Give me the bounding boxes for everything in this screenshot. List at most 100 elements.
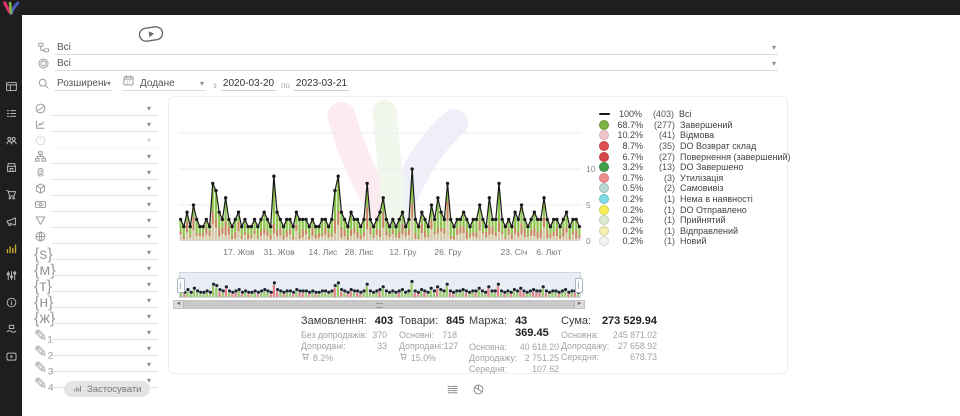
stat-sub-label: Середня: — [561, 352, 599, 363]
chevron-down-icon: ▾ — [147, 264, 153, 275]
sidebar-item-analytics[interactable] — [0, 238, 22, 263]
stat-sub-row: Допродані:127 — [399, 341, 457, 352]
sidebar-item-customers[interactable] — [0, 130, 22, 155]
stat-sub-label: Основна: — [469, 342, 507, 353]
legend-item[interactable]: 0.2%(1)Нема в наявності — [599, 194, 791, 205]
product-filter-dropdown[interactable]: Всі ▾ — [55, 56, 778, 71]
stat-sub-value: 8.2% — [313, 353, 333, 364]
stat-title: Товари: — [399, 315, 438, 327]
pie-view-button[interactable] — [472, 383, 485, 401]
legend-item[interactable]: 0.2%(1)Новий — [599, 236, 791, 247]
filter-row-brace-s[interactable]: {s}▾ — [34, 246, 158, 262]
sidebar-item-marketing[interactable] — [0, 211, 22, 236]
chevron-down-icon: ▾ — [107, 79, 113, 90]
legend-count: (277) — [648, 120, 675, 130]
legend-swatch — [599, 205, 609, 215]
filter-row-underline — [52, 323, 158, 324]
filter-row-sphere[interactable]: ▾ — [34, 102, 158, 118]
legend-item[interactable]: 0.2%(1)Прийнятий — [599, 215, 791, 226]
sidebar-item-products[interactable] — [0, 319, 22, 344]
scroll-left-arrow[interactable]: ◄ — [174, 301, 183, 308]
sidebar-item-dashboard[interactable] — [0, 76, 22, 101]
filter-row-banknote[interactable]: ▾ — [34, 198, 158, 214]
filter-row-brace-m[interactable]: {м}▾ — [34, 262, 158, 278]
stat-sub-row: Основна:245 871.02 — [561, 330, 657, 341]
apply-button[interactable]: Застосувати — [64, 381, 150, 397]
product-filter-value: Всі — [55, 58, 772, 70]
filter-row-brace-n[interactable]: {н}▾ — [34, 294, 158, 310]
legend-item[interactable]: 6.7%(27)Повернення (завершений) — [599, 151, 791, 162]
legend-label: Всі — [679, 109, 692, 119]
legend-count: (2) — [648, 183, 675, 193]
stat-sub-row: Основна:40 618.20 — [469, 342, 559, 353]
chevron-down-icon: ▾ — [147, 312, 153, 323]
legend-item[interactable]: 100%(403)Всі — [599, 109, 791, 120]
search-mode-dropdown[interactable]: Розширений ▾ — [55, 76, 113, 91]
chevron-down-icon: ▾ — [147, 120, 153, 131]
scroll-right-arrow[interactable]: ► — [575, 301, 584, 308]
legend-swatch — [599, 162, 609, 172]
date-to-input[interactable]: 2023-03-21 — [294, 78, 349, 91]
x-axis-label: 23. Січ — [501, 247, 528, 257]
chevron-down-icon: ▾ — [147, 136, 153, 147]
stat-value: 403 — [375, 315, 393, 327]
legend-item[interactable]: 0.7%(3)Утилізація — [599, 173, 791, 184]
horizontal-scrollbar[interactable]: ◄ ► — [173, 300, 585, 309]
filter-row-underline — [52, 259, 158, 260]
date-from-input[interactable]: 2020-03-20 — [221, 78, 276, 91]
analytics-icon — [5, 242, 18, 260]
stat-sub-value: 245 871.02 — [613, 330, 657, 341]
filter-row-underline — [52, 131, 158, 132]
legend-count: (1) — [648, 194, 675, 204]
filter-row-pen-1[interactable]: ✎₁▾ — [34, 326, 158, 342]
sidebar-item-purchases[interactable] — [0, 184, 22, 209]
chart-navigator[interactable] — [179, 272, 581, 298]
sidebar-nav — [0, 76, 22, 371]
navigator-right-handle[interactable] — [575, 278, 583, 293]
category-filter-dropdown[interactable]: Всі ▾ — [55, 40, 778, 55]
table-view-button[interactable] — [446, 383, 459, 401]
stat-sub-row: Середня:107.62 — [469, 364, 559, 375]
legend-label: Відправлений — [680, 226, 738, 236]
stat-column: Сума:273 529.94Основна:245 871.02Допрода… — [561, 315, 657, 363]
filter-row-globe[interactable]: ▾ — [34, 230, 158, 246]
legend-item[interactable]: 68.7%(277)Завершений — [599, 120, 791, 131]
scrollbar-thumb[interactable] — [183, 301, 575, 308]
sidebar-item-store[interactable] — [0, 157, 22, 182]
filter-row-trend[interactable]: ▾ — [34, 118, 158, 134]
sidebar-item-tutorials[interactable] — [0, 346, 22, 371]
main-chart[interactable] — [179, 105, 581, 241]
sidebar-item-info[interactable] — [0, 292, 22, 317]
stat-sub-row: 15.0% — [399, 352, 457, 364]
filter-row-fingerprint[interactable]: ▾ — [34, 166, 158, 182]
search-icon[interactable] — [37, 77, 50, 95]
stat-sub-row: Допродажу:27 658.92 — [561, 341, 657, 352]
filter-row-funnel[interactable]: ▾ — [34, 214, 158, 230]
legend-item[interactable]: 0.2%(1)Відправлений — [599, 226, 791, 237]
topbar — [0, 0, 960, 15]
navigator-left-handle[interactable] — [177, 278, 185, 293]
stat-sub-value: 718 — [442, 330, 457, 341]
legend-item[interactable]: 3.2%(13)DO Завершено — [599, 162, 791, 173]
legend-item[interactable]: 8.7%(35)DO Возврат склад — [599, 141, 791, 152]
legend-item[interactable]: 10.2%(41)Відмова — [599, 130, 791, 141]
filter-row-underline — [52, 195, 158, 196]
legend-label: Новий — [680, 236, 706, 246]
svg-text:17: 17 — [126, 79, 131, 84]
legend-item[interactable]: 0.2%(1)DO Отправлено — [599, 204, 791, 215]
sidebar-item-settings[interactable] — [0, 265, 22, 290]
stat-title: Замовлення: — [301, 315, 367, 327]
filter-row-pen-2[interactable]: ✎₂▾ — [34, 342, 158, 358]
filter-row-brace-t[interactable]: {т}▾ — [34, 278, 158, 294]
svg-text:?: ? — [39, 139, 42, 145]
sidebar-item-orders[interactable] — [0, 103, 22, 128]
filter-row-cube[interactable]: ▾ — [34, 182, 158, 198]
legend-percent: 0.5% — [613, 183, 643, 193]
legend-item[interactable]: 0.5%(2)Самовивіз — [599, 183, 791, 194]
chevron-down-icon: ▾ — [147, 184, 153, 195]
filter-row-brace-zh[interactable]: {ж}▾ — [34, 310, 158, 326]
filter-row-pen-3[interactable]: ✎₃▾ — [34, 358, 158, 374]
date-field-dropdown[interactable]: 17 Додане ▾ — [122, 76, 206, 91]
filter-row-hierarchy[interactable]: ▾ — [34, 150, 158, 166]
filter-row-question[interactable]: ?▾ — [34, 134, 158, 150]
